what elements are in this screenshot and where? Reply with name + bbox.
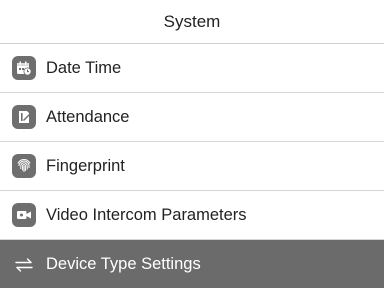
switch-arrows-icon <box>12 253 36 277</box>
menu-item-date-time[interactable]: Date Time <box>0 44 384 93</box>
fingerprint-icon <box>12 154 36 178</box>
menu-item-label: Attendance <box>46 107 130 126</box>
video-camera-icon <box>12 203 36 227</box>
calendar-clock-icon <box>12 56 36 80</box>
menu-item-label: Fingerprint <box>46 156 125 175</box>
menu-item-attendance[interactable]: Attendance <box>0 93 384 142</box>
attendance-icon <box>12 105 36 129</box>
system-menu: Date Time Attendance Fingerprint Video I… <box>0 44 384 288</box>
menu-item-video-intercom-parameters[interactable]: Video Intercom Parameters <box>0 191 384 240</box>
menu-item-device-type-settings[interactable]: Device Type Settings <box>0 240 384 288</box>
menu-item-fingerprint[interactable]: Fingerprint <box>0 142 384 191</box>
page-title: System <box>163 11 221 31</box>
menu-item-label: Device Type Settings <box>46 255 201 273</box>
menu-item-label: Date Time <box>46 58 122 77</box>
menu-item-label: Video Intercom Parameters <box>46 205 247 224</box>
screen-header: System <box>0 0 384 44</box>
system-screen: System Date Time Attendance Fingerprint … <box>0 0 384 288</box>
